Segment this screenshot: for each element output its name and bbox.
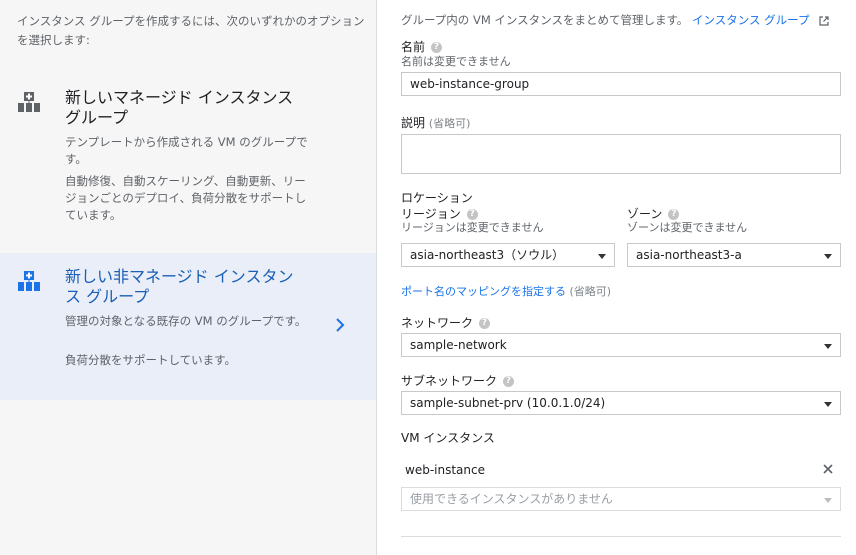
- unmanaged-group-desc: 管理の対象となる既存の VM のグループです。: [65, 314, 307, 328]
- description-label: 説明 (省略可): [401, 114, 470, 131]
- network-help-icon[interactable]: ?: [479, 318, 491, 329]
- port-mapping: ポート名のマッピングを指定する (省略可): [401, 283, 611, 299]
- region-select[interactable]: asia-northeast3（ソウル）: [401, 243, 615, 267]
- subnetwork-help-icon[interactable]: ?: [503, 376, 515, 387]
- location-label: ロケーション: [401, 191, 473, 205]
- option-unmanaged-group[interactable]: 新しい非マネージド インスタンス グループ 管理の対象となる既存の VM のグル…: [0, 253, 376, 400]
- form-divider: [401, 536, 841, 537]
- vm-instance-select[interactable]: 使用できるインスタンスがありません: [401, 487, 841, 511]
- managed-group-desc: テンプレートから作成される VM のグループです。: [65, 135, 308, 166]
- subnetwork-label-text: サブネットワーク: [401, 374, 498, 388]
- description-optional-note: (省略可): [428, 117, 471, 130]
- unmanaged-group-icon: [18, 271, 40, 291]
- description-textarea[interactable]: [401, 134, 841, 174]
- region-note: リージョンは変更できません: [401, 221, 544, 234]
- name-label-text: 名前: [401, 40, 426, 54]
- subnetwork-label: サブネットワーク?: [401, 372, 515, 389]
- managed-group-features: 自動修復、自動スケーリング、自動更新、リージョンごとのデプロイ、負荷分散をサポー…: [65, 174, 307, 222]
- port-mapping-link[interactable]: ポート名のマッピングを指定する: [401, 285, 566, 298]
- external-link-icon[interactable]: [819, 15, 829, 26]
- remove-instance-icon[interactable]: [823, 464, 833, 474]
- description-label-text: 説明: [401, 116, 426, 130]
- vm-instance-chip: web-instance: [405, 463, 485, 477]
- port-mapping-optional-note: (省略可): [569, 285, 612, 298]
- option-managed-group[interactable]: 新しいマネージド インスタンス グループ テンプレートから作成される VM のグ…: [0, 78, 376, 238]
- name-note: 名前は変更できません: [401, 55, 511, 68]
- instance-group-docs-link[interactable]: インスタンス グループ: [692, 13, 810, 27]
- instance-group-type-panel: インスタンス グループを作成するには、次のいずれかのオプションを選択します: 新…: [0, 0, 377, 555]
- subnetwork-select[interactable]: sample-subnet-prv (10.0.1.0/24): [401, 391, 841, 415]
- name-help-icon[interactable]: ?: [431, 42, 443, 53]
- network-label: ネットワーク?: [401, 314, 491, 331]
- network-label-text: ネットワーク: [401, 316, 474, 330]
- unmanaged-group-features: 負荷分散をサポートしています。: [65, 353, 237, 367]
- network-select[interactable]: sample-network: [401, 333, 841, 357]
- managed-group-title: 新しいマネージド インスタンス グループ: [65, 88, 294, 127]
- instance-group-form: グループ内の VM インスタンスをまとめて管理します。 インスタンス グループ …: [377, 0, 856, 555]
- zone-note: ゾーンは変更できません: [627, 221, 748, 234]
- unmanaged-group-title: 新しい非マネージド インスタンス グループ: [65, 267, 294, 306]
- form-header-text: グループ内の VM インスタンスをまとめて管理します。: [401, 13, 689, 27]
- managed-group-icon: [18, 92, 40, 112]
- chevron-right-icon: [336, 318, 345, 332]
- form-header: グループ内の VM インスタンスをまとめて管理します。 インスタンス グループ: [401, 12, 829, 28]
- zone-select[interactable]: asia-northeast3-a: [627, 243, 841, 267]
- intro-text: インスタンス グループを作成するには、次のいずれかのオプションを選択します:: [17, 14, 365, 47]
- vm-instances-label: VM インスタンス: [401, 431, 495, 445]
- name-input[interactable]: web-instance-group: [401, 72, 841, 96]
